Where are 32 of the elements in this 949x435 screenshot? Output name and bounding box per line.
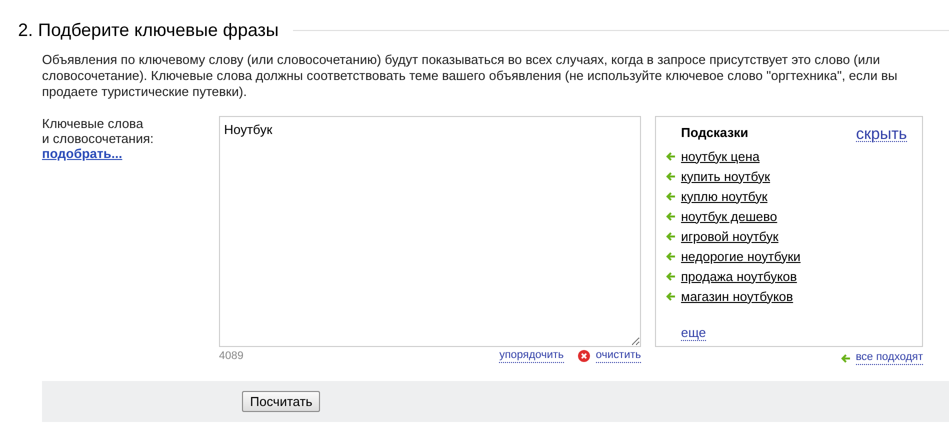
hints-title: Подсказки xyxy=(681,125,748,140)
clear-link[interactable]: очистить xyxy=(596,349,641,363)
hint-link[interactable]: ноутбук дешево xyxy=(681,208,778,224)
character-counter: 4089 xyxy=(219,350,244,362)
hint-link[interactable]: игровой ноутбук xyxy=(681,228,778,244)
clear-icon xyxy=(578,350,590,362)
hint-link[interactable]: ноутбук цена xyxy=(681,148,760,164)
left-arrow-icon xyxy=(666,212,676,220)
more-link[interactable]: еще xyxy=(681,325,706,341)
left-arrow-icon xyxy=(666,292,676,300)
hint-link[interactable]: магазин ноутбуков xyxy=(681,288,794,304)
left-arrow-icon xyxy=(840,354,851,362)
pick-link[interactable]: подобрать... xyxy=(42,146,122,161)
description-text: Объявления по ключевому слову (или словосочетанию) будут показываться во всех случаях, когда в запросе присутствует это слово (или словосочетание). Ключевые слова должны соответствовать теме вашего объявления (не используйте ключевое слово "оргтехника", если вы продаете туристические путевки). xyxy=(42,52,898,100)
hint-link[interactable]: недорогие ноутбуки xyxy=(681,248,801,264)
accept-all-link[interactable]: все подходят xyxy=(856,351,923,365)
left-arrow-icon xyxy=(666,152,676,160)
calculate-button[interactable]: Посчитать xyxy=(242,391,320,412)
hint-link[interactable]: купить ноутбук xyxy=(681,168,770,184)
field-label: и словосочетания: xyxy=(42,131,155,146)
left-arrow-icon xyxy=(666,192,676,200)
hint-link[interactable]: продажа ноутбуков xyxy=(681,268,797,284)
left-arrow-icon xyxy=(666,272,676,280)
hide-link[interactable]: скрыть xyxy=(856,128,907,142)
field-label: Ключевые слова xyxy=(42,116,144,131)
sort-link[interactable]: упорядочить xyxy=(499,349,564,363)
left-arrow-icon xyxy=(666,172,676,180)
keywords-field[interactable]: Ноутбук xyxy=(219,116,641,347)
left-arrow-icon xyxy=(666,232,676,240)
hint-link[interactable]: куплю ноутбук xyxy=(681,188,768,204)
left-arrow-icon xyxy=(666,252,676,260)
section-title: 2. Подберите ключевые фразы xyxy=(18,20,279,41)
